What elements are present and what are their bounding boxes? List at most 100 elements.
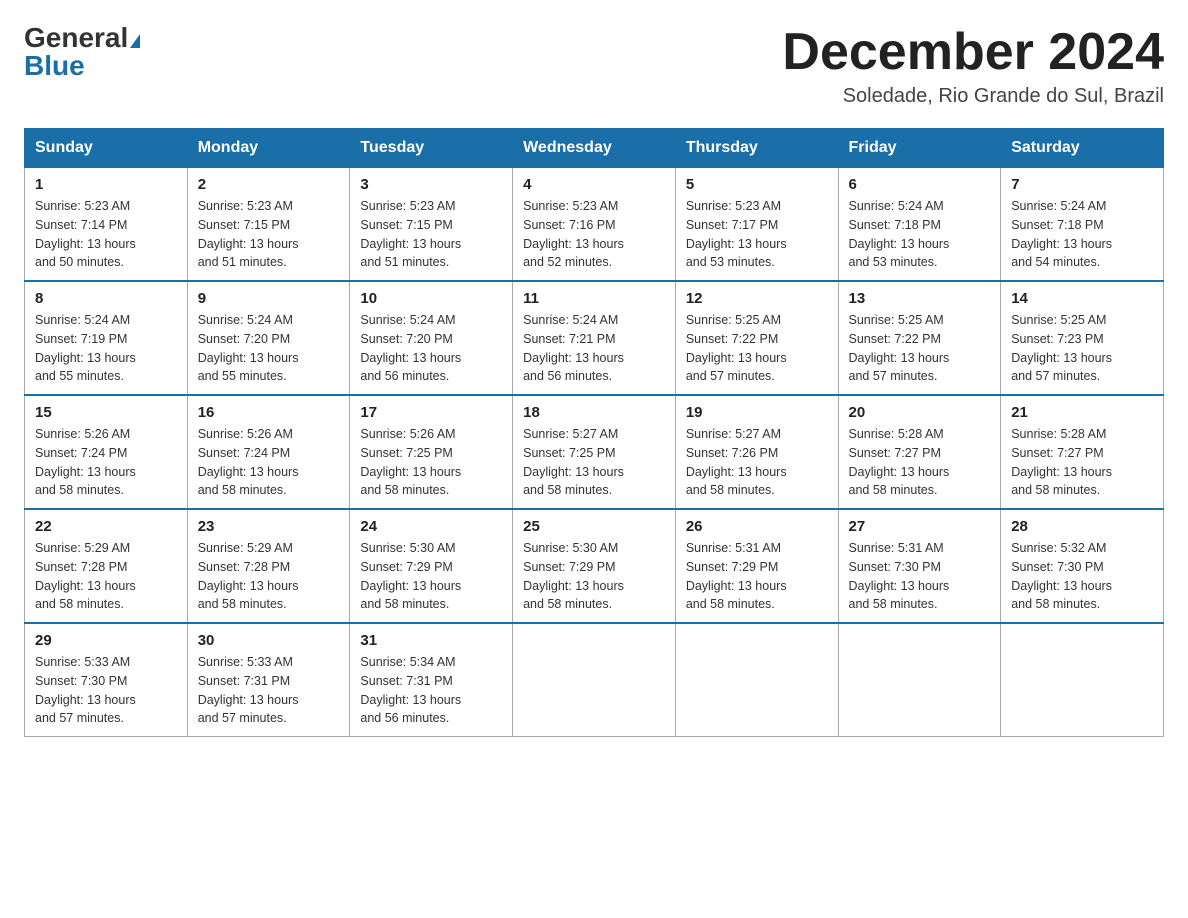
calendar-cell: 14Sunrise: 5:25 AMSunset: 7:23 PMDayligh…: [1001, 281, 1164, 395]
day-number: 7: [1011, 176, 1153, 193]
day-number: 15: [35, 404, 177, 421]
day-info: Sunrise: 5:24 AMSunset: 7:20 PMDaylight:…: [360, 311, 502, 386]
day-info: Sunrise: 5:23 AMSunset: 7:16 PMDaylight:…: [523, 197, 665, 272]
calendar-cell: 8 Sunrise: 5:24 AMSunset: 7:19 PMDaylight…: [25, 281, 188, 395]
calendar-cell: [513, 623, 676, 737]
day-info: Sunrise: 5:23 AMSunset: 7:17 PMDaylight:…: [686, 197, 828, 272]
title-section: December 2024 Soledade, Rio Grande do Su…: [782, 24, 1164, 108]
calendar-cell: 25 Sunrise: 5:30 AMSunset: 7:29 PMDayligh…: [513, 509, 676, 623]
day-info: Sunrise: 5:32 AMSunset: 7:30 PMDaylight:…: [1011, 539, 1153, 614]
logo-triangle-icon: [130, 34, 140, 48]
day-info: Sunrise: 5:23 AMSunset: 7:15 PMDaylight:…: [360, 197, 502, 272]
day-number: 13: [849, 290, 991, 307]
calendar-cell: 29 Sunrise: 5:33 AMSunset: 7:30 PMDayligh…: [25, 623, 188, 737]
calendar-cell: 30Sunrise: 5:33 AMSunset: 7:31 PMDayligh…: [187, 623, 350, 737]
day-number: 27: [849, 518, 991, 535]
logo: General Blue: [24, 24, 140, 80]
month-title: December 2024: [782, 24, 1164, 81]
day-info: Sunrise: 5:24 AMSunset: 7:20 PMDaylight:…: [198, 311, 340, 386]
day-number: 25: [523, 518, 665, 535]
day-info: Sunrise: 5:25 AMSunset: 7:22 PMDaylight:…: [849, 311, 991, 386]
day-info: Sunrise: 5:24 AMSunset: 7:18 PMDaylight:…: [1011, 197, 1153, 272]
day-info: Sunrise: 5:26 AMSunset: 7:24 PMDaylight:…: [198, 425, 340, 500]
day-info: Sunrise: 5:28 AMSunset: 7:27 PMDaylight:…: [849, 425, 991, 500]
day-info: Sunrise: 5:28 AMSunset: 7:27 PMDaylight:…: [1011, 425, 1153, 500]
day-info: Sunrise: 5:24 AMSunset: 7:21 PMDaylight:…: [523, 311, 665, 386]
calendar-cell: 11Sunrise: 5:24 AMSunset: 7:21 PMDayligh…: [513, 281, 676, 395]
calendar-cell: [1001, 623, 1164, 737]
day-number: 3: [360, 176, 502, 193]
day-number: 17: [360, 404, 502, 421]
logo-blue-text: Blue: [24, 52, 85, 80]
calendar-cell: 10 Sunrise: 5:24 AMSunset: 7:20 PMDayligh…: [350, 281, 513, 395]
calendar-cell: 3 Sunrise: 5:23 AMSunset: 7:15 PMDaylight…: [350, 168, 513, 282]
weekday-header-tuesday: Tuesday: [350, 129, 513, 168]
calendar-cell: 18 Sunrise: 5:27 AMSunset: 7:25 PMDayligh…: [513, 395, 676, 509]
calendar-cell: 9 Sunrise: 5:24 AMSunset: 7:20 PMDaylight…: [187, 281, 350, 395]
day-number: 4: [523, 176, 665, 193]
calendar-week-row: 22Sunrise: 5:29 AMSunset: 7:28 PMDayligh…: [25, 509, 1164, 623]
day-number: 30: [198, 632, 340, 649]
day-info: Sunrise: 5:33 AMSunset: 7:30 PMDaylight:…: [35, 653, 177, 728]
day-info: Sunrise: 5:27 AMSunset: 7:25 PMDaylight:…: [523, 425, 665, 500]
calendar-cell: 24 Sunrise: 5:30 AMSunset: 7:29 PMDayligh…: [350, 509, 513, 623]
calendar-table: SundayMondayTuesdayWednesdayThursdayFrid…: [24, 128, 1164, 737]
day-number: 12: [686, 290, 828, 307]
calendar-week-row: 29 Sunrise: 5:33 AMSunset: 7:30 PMDayligh…: [25, 623, 1164, 737]
calendar-cell: 15Sunrise: 5:26 AMSunset: 7:24 PMDayligh…: [25, 395, 188, 509]
day-info: Sunrise: 5:30 AMSunset: 7:29 PMDaylight:…: [523, 539, 665, 614]
day-number: 9: [198, 290, 340, 307]
calendar-cell: 12Sunrise: 5:25 AMSunset: 7:22 PMDayligh…: [675, 281, 838, 395]
day-number: 29: [35, 632, 177, 649]
calendar-cell: 6 Sunrise: 5:24 AMSunset: 7:18 PMDaylight…: [838, 168, 1001, 282]
weekday-header-friday: Friday: [838, 129, 1001, 168]
weekday-header-thursday: Thursday: [675, 129, 838, 168]
day-number: 14: [1011, 290, 1153, 307]
day-number: 21: [1011, 404, 1153, 421]
day-number: 23: [198, 518, 340, 535]
calendar-cell: 26 Sunrise: 5:31 AMSunset: 7:29 PMDayligh…: [675, 509, 838, 623]
day-number: 22: [35, 518, 177, 535]
day-number: 10: [360, 290, 502, 307]
day-info: Sunrise: 5:26 AMSunset: 7:25 PMDaylight:…: [360, 425, 502, 500]
calendar-week-row: 15 Sunrise: 5:26 AMSunset: 7:24 PMDayligh…: [25, 395, 1164, 509]
day-number: 18: [523, 404, 665, 421]
calendar-week-row: 1 Sunrise: 5:23 AMSunset: 7:14 PMDaylight…: [25, 168, 1164, 282]
calendar-cell: 19 Sunrise: 5:27 AMSunset: 7:26 PMDayligh…: [675, 395, 838, 509]
day-number: 2: [198, 176, 340, 193]
day-info: Sunrise: 5:23 AMSunset: 7:15 PMDaylight:…: [198, 197, 340, 272]
day-number: 16: [198, 404, 340, 421]
day-info: Sunrise: 5:24 AMSunset: 7:18 PMDaylight:…: [849, 197, 991, 272]
day-info: Sunrise: 5:30 AMSunset: 7:29 PMDaylight:…: [360, 539, 502, 614]
weekday-header-sunday: Sunday: [25, 129, 188, 168]
day-number: 5: [686, 176, 828, 193]
day-number: 26: [686, 518, 828, 535]
weekday-header-wednesday: Wednesday: [513, 129, 676, 168]
day-number: 20: [849, 404, 991, 421]
day-info: Sunrise: 5:31 AMSunset: 7:29 PMDaylight:…: [686, 539, 828, 614]
day-number: 8: [35, 290, 177, 307]
day-info: Sunrise: 5:31 AMSunset: 7:30 PMDaylight:…: [849, 539, 991, 614]
calendar-cell: 1 Sunrise: 5:23 AMSunset: 7:14 PMDaylight…: [25, 168, 188, 282]
day-number: 31: [360, 632, 502, 649]
calendar-cell: 31Sunrise: 5:34 AMSunset: 7:31 PMDayligh…: [350, 623, 513, 737]
day-number: 24: [360, 518, 502, 535]
calendar-cell: [838, 623, 1001, 737]
calendar-cell: 27 Sunrise: 5:31 AMSunset: 7:30 PMDayligh…: [838, 509, 1001, 623]
calendar-cell: 7 Sunrise: 5:24 AMSunset: 7:18 PMDaylight…: [1001, 168, 1164, 282]
calendar-cell: 5 Sunrise: 5:23 AMSunset: 7:17 PMDaylight…: [675, 168, 838, 282]
calendar-cell: 17 Sunrise: 5:26 AMSunset: 7:25 PMDayligh…: [350, 395, 513, 509]
calendar-cell: 22Sunrise: 5:29 AMSunset: 7:28 PMDayligh…: [25, 509, 188, 623]
day-number: 28: [1011, 518, 1153, 535]
calendar-cell: 23Sunrise: 5:29 AMSunset: 7:28 PMDayligh…: [187, 509, 350, 623]
weekday-header-row: SundayMondayTuesdayWednesdayThursdayFrid…: [25, 129, 1164, 168]
weekday-header-monday: Monday: [187, 129, 350, 168]
calendar-cell: 13 Sunrise: 5:25 AMSunset: 7:22 PMDayligh…: [838, 281, 1001, 395]
calendar-cell: 16 Sunrise: 5:26 AMSunset: 7:24 PMDayligh…: [187, 395, 350, 509]
day-info: Sunrise: 5:27 AMSunset: 7:26 PMDaylight:…: [686, 425, 828, 500]
day-number: 6: [849, 176, 991, 193]
day-number: 1: [35, 176, 177, 193]
day-info: Sunrise: 5:23 AMSunset: 7:14 PMDaylight:…: [35, 197, 177, 272]
day-number: 19: [686, 404, 828, 421]
day-info: Sunrise: 5:24 AMSunset: 7:19 PMDaylight:…: [35, 311, 177, 386]
